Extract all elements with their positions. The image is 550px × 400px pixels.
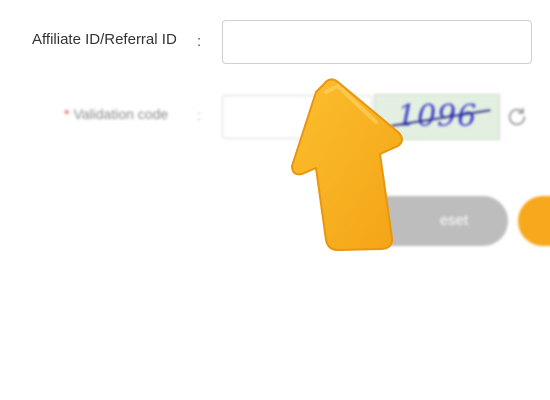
affiliate-id-label: Affiliate ID/Referral ID [32, 31, 177, 48]
validation-code-label: * Validation code [64, 106, 168, 122]
required-mark: * [64, 106, 70, 122]
affiliate-id-colon: : [197, 33, 202, 50]
affiliate-id-input[interactable] [222, 20, 532, 64]
submit-button[interactable] [518, 196, 550, 246]
arrow-up-icon [291, 78, 403, 251]
right-edge-fragment [542, 28, 550, 52]
refresh-icon[interactable] [506, 106, 528, 128]
validation-code-label-text: Validation code [73, 106, 169, 122]
form-page: Affiliate ID/Referral ID : * Validation c… [0, 0, 550, 400]
validation-code-colon: : [197, 107, 201, 123]
